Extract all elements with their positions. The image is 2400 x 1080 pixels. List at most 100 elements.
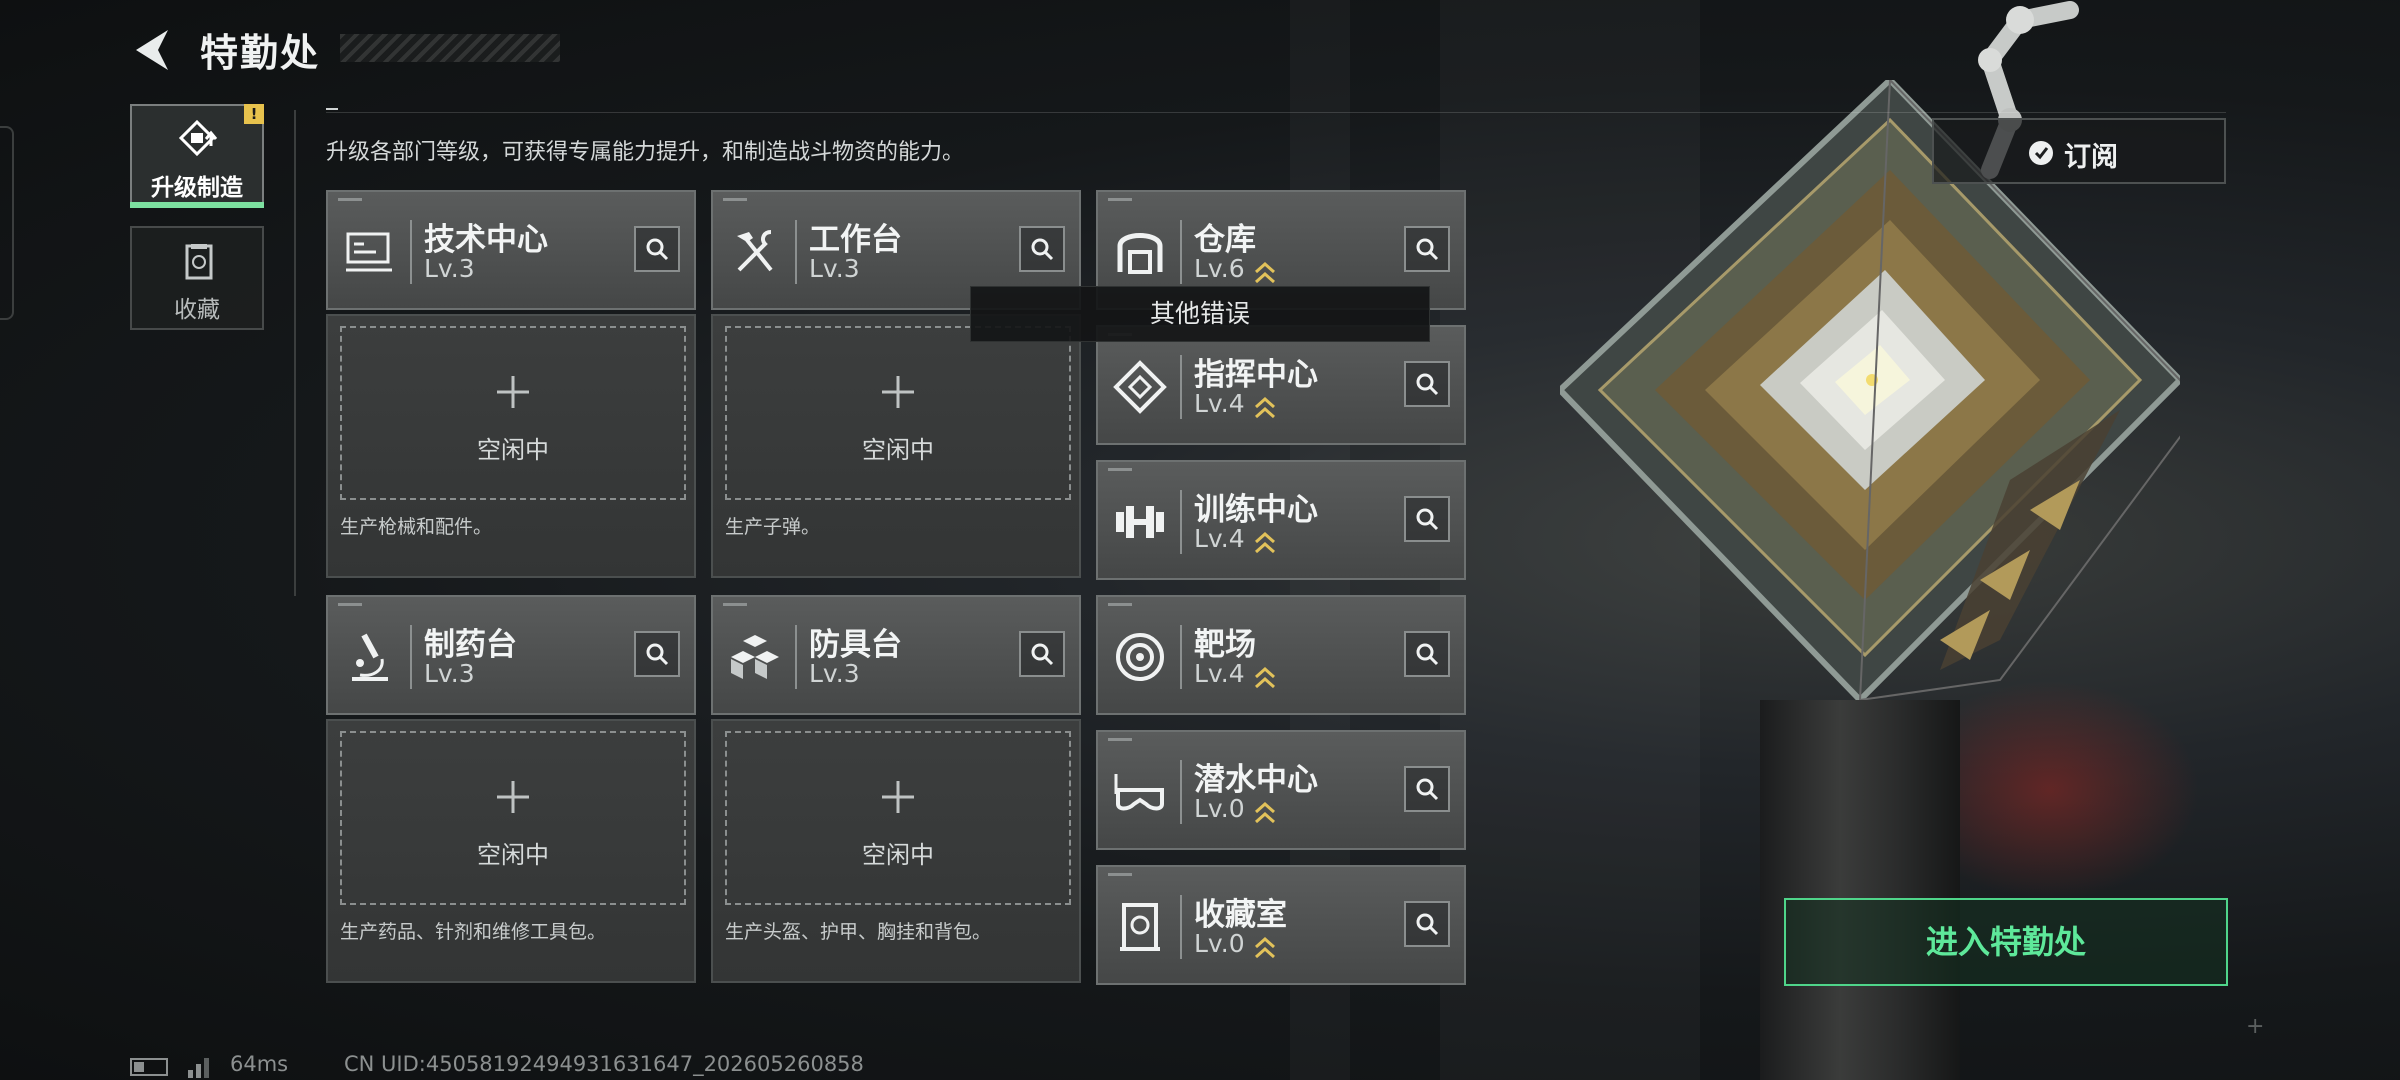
facility-card-collection-room[interactable]: 收藏室 Lv.0 — [1096, 865, 1466, 985]
subscribe-label: 订阅 — [2064, 142, 2118, 173]
facility-card-command-center[interactable]: 指挥中心 Lv.4 — [1096, 325, 1466, 445]
back-icon[interactable] — [128, 26, 176, 74]
title-decoration — [340, 34, 560, 62]
ping-value: 64ms — [230, 1052, 289, 1076]
building-card-armor-bench[interactable]: 防具台 Lv.3 — [711, 595, 1081, 715]
production-slot-armor-bench[interactable]: 空闲中 生产头盔、护甲、胸挂和背包。 — [711, 719, 1081, 983]
production-slot-workbench[interactable]: 空闲中 生产子弹。 — [711, 314, 1081, 578]
facility-name: 收藏室 — [1194, 897, 1287, 933]
tab-upgrade-manufacture[interactable]: 升级制造 ! — [130, 104, 264, 208]
search-button[interactable] — [634, 631, 680, 677]
facility-level: Lv.0 — [1194, 794, 1245, 823]
search-icon — [1416, 508, 1439, 531]
production-slot-pharmacy[interactable]: 空闲中 生产药品、针剂和维修工具包。 — [326, 719, 696, 983]
collection-icon — [1120, 903, 1160, 951]
dive-mask-icon — [1114, 774, 1164, 811]
search-button[interactable] — [1019, 631, 1065, 677]
subscribe-button[interactable]: 订阅 — [1932, 118, 2226, 184]
building-card-tech-center[interactable]: 技术中心 Lv.3 — [326, 190, 696, 310]
idle-label: 空闲中 — [477, 436, 549, 464]
facility-name: 潜水中心 — [1194, 762, 1318, 798]
building-name: 制药台 — [424, 627, 517, 663]
plus-icon — [882, 376, 914, 408]
search-icon — [1031, 643, 1054, 666]
diamond-target-icon — [1113, 360, 1167, 414]
search-icon — [1416, 913, 1439, 936]
subscribe-icon — [2029, 141, 2053, 165]
building-card-pharmacy[interactable]: 制药台 Lv.3 — [326, 595, 696, 715]
building-level: Lv.3 — [809, 659, 860, 688]
target-icon — [1116, 633, 1164, 681]
facility-card-shooting-range[interactable]: 靶场 Lv.4 — [1096, 595, 1466, 715]
production-slot-tech-center[interactable]: 空闲中 生产枪械和配件。 — [326, 314, 696, 578]
upgrade-chevron-icon — [1255, 396, 1275, 419]
alert-badge: ! — [244, 104, 264, 124]
monitor-icon — [346, 232, 392, 272]
search-button[interactable] — [1404, 631, 1450, 677]
idle-label: 空闲中 — [477, 841, 549, 869]
search-icon — [1416, 643, 1439, 666]
facility-name: 仓库 — [1194, 222, 1256, 258]
cubes-icon — [731, 635, 779, 679]
search-button[interactable] — [1404, 901, 1450, 947]
empty-slot[interactable]: 空闲中 — [340, 326, 686, 500]
facility-name: 指挥中心 — [1194, 357, 1318, 393]
facility-card-diving-center[interactable]: 潜水中心 Lv.0 — [1096, 730, 1466, 850]
plus-icon — [882, 781, 914, 813]
facility-level: Lv.6 — [1194, 254, 1245, 283]
upgrade-chevron-icon — [1255, 531, 1275, 554]
divider — [326, 112, 2226, 113]
empty-slot[interactable]: 空闲中 — [725, 731, 1071, 905]
empty-slot[interactable]: 空闲中 — [340, 731, 686, 905]
microscope-icon — [352, 633, 388, 681]
building-name: 防具台 — [809, 627, 902, 663]
battery-icon — [130, 1058, 168, 1076]
search-icon — [1031, 238, 1054, 261]
search-icon — [1416, 778, 1439, 801]
search-button[interactable] — [1404, 766, 1450, 812]
building-name: 技术中心 — [424, 222, 548, 258]
production-note: 生产子弹。 — [725, 516, 821, 538]
enter-special-ops-button[interactable]: 进入特勤处 — [1784, 898, 2228, 986]
upgrade-icon — [178, 120, 218, 157]
search-button[interactable] — [634, 226, 680, 272]
cube-pillar — [1760, 700, 1960, 1080]
divider-mark — [326, 108, 338, 110]
plus-icon — [497, 376, 529, 408]
facility-card-training-center[interactable]: 训练中心 Lv.4 — [1096, 460, 1466, 580]
building-name: 工作台 — [809, 222, 902, 258]
production-note: 生产药品、针剂和维修工具包。 — [340, 921, 607, 943]
hammer-wrench-icon — [737, 230, 773, 272]
upgrade-chevron-icon — [1255, 801, 1275, 824]
tab-collection[interactable]: 收藏 — [130, 226, 264, 330]
divider — [294, 110, 296, 596]
facility-level: Lv.4 — [1194, 389, 1245, 418]
building-level: Lv.3 — [424, 254, 475, 283]
production-note: 生产枪械和配件。 — [340, 516, 493, 538]
collection-icon — [185, 244, 213, 280]
idle-label: 空闲中 — [862, 841, 934, 869]
search-icon — [1416, 373, 1439, 396]
search-button[interactable] — [1404, 496, 1450, 542]
side-drawer-handle[interactable] — [0, 126, 14, 320]
plus-icon — [497, 781, 529, 813]
empty-slot[interactable]: 空闲中 — [725, 326, 1071, 500]
corner-mark: + — [2246, 1014, 2265, 1039]
facility-level: Lv.4 — [1194, 659, 1245, 688]
search-button[interactable] — [1404, 226, 1450, 272]
upgrade-chevron-icon — [1255, 666, 1275, 689]
upgrade-chevron-icon — [1255, 936, 1275, 959]
user-uid: CN UID:450581924949316316​47_20260526085… — [344, 1052, 864, 1076]
facility-name: 训练中心 — [1194, 492, 1318, 528]
search-icon — [646, 643, 669, 666]
search-button[interactable] — [1019, 226, 1065, 272]
search-icon — [646, 238, 669, 261]
section-description: 升级各部门等级，可获得专属能力提升，和制造战斗物资的能力。 — [326, 140, 965, 165]
idle-label: 空闲中 — [862, 436, 934, 464]
facility-level: Lv.0 — [1194, 929, 1245, 958]
building-level: Lv.3 — [424, 659, 475, 688]
facility-name: 靶场 — [1194, 627, 1256, 663]
tab-label: 收藏 — [174, 297, 220, 323]
page-title: 特勤处 — [200, 31, 321, 75]
search-button[interactable] — [1404, 361, 1450, 407]
